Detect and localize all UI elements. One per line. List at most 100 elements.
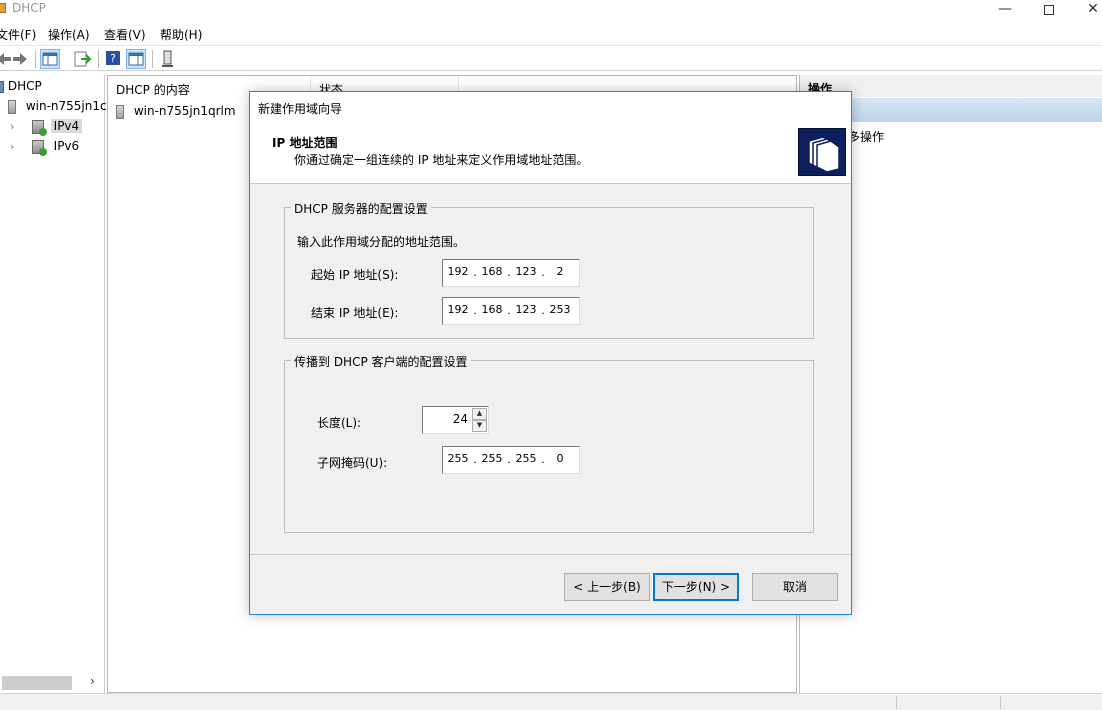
- title-bar: DHCP — ✕: [0, 0, 1102, 22]
- ip-octet[interactable]: 255: [479, 452, 505, 465]
- show-hide-console-tree-button[interactable]: [40, 49, 60, 69]
- menu-help[interactable]: 帮助(H): [160, 26, 202, 43]
- instruction-text: 输入此作用域分配的地址范围。: [297, 235, 466, 249]
- console-tree: DHCP win-n755jn1c › IPv4 › IPv6 ›: [0, 75, 107, 693]
- tree-item-ipv6[interactable]: › IPv6: [10, 139, 79, 157]
- ip-octet[interactable]: 123: [513, 303, 539, 316]
- status-divider: [896, 696, 897, 709]
- length-label: 长度(L):: [317, 416, 362, 430]
- menu-file[interactable]: 文件(F): [0, 26, 36, 43]
- tree-label: DHCP: [7, 79, 42, 93]
- server-icon: [116, 104, 124, 119]
- status-divider: [1000, 696, 1001, 709]
- maximize-icon: [1044, 5, 1054, 15]
- group-legend: 传播到 DHCP 客户端的配置设置: [291, 353, 471, 370]
- next-button[interactable]: 下一步(N) >: [653, 573, 739, 601]
- folders-icon: [808, 136, 840, 173]
- cancel-button[interactable]: 取消: [752, 573, 838, 601]
- scroll-right-arrow-icon[interactable]: ›: [90, 674, 95, 688]
- window-title: DHCP: [12, 1, 46, 15]
- folders-wizard-icon: [798, 128, 846, 176]
- tree-label: win-n755jn1c: [25, 99, 107, 113]
- subnet-mask-label: 子网掩码(U):: [317, 456, 388, 470]
- menu-action[interactable]: 操作(A): [48, 26, 90, 43]
- server-icon: [162, 50, 173, 67]
- tree-label: IPv6: [53, 139, 80, 153]
- back-button[interactable]: < 上一步(B): [564, 573, 650, 601]
- ip-octet[interactable]: 255: [445, 452, 471, 465]
- more-actions-link[interactable]: 多操作: [848, 128, 884, 145]
- ipv6-icon: [31, 139, 47, 156]
- ip-octet[interactable]: 192: [445, 303, 471, 316]
- end-ip-field[interactable]: 192 . 168 . 123 . 253: [442, 297, 580, 325]
- list-item[interactable]: win-n755jn1qrlm: [116, 104, 236, 119]
- dhcp-icon: [0, 80, 4, 93]
- server-config-group: DHCP 服务器的配置设置 输入此作用域分配的地址范围。 起始 IP 地址(S)…: [284, 200, 814, 339]
- minimize-button[interactable]: —: [982, 0, 1028, 22]
- close-button[interactable]: ✕: [1070, 0, 1102, 22]
- horizontal-scrollbar-thumb[interactable]: [2, 676, 72, 690]
- end-ip-label: 结束 IP 地址(E):: [311, 306, 399, 320]
- ip-octet[interactable]: 123: [513, 265, 539, 278]
- menu-view[interactable]: 查看(V): [104, 26, 146, 43]
- wizard-page-subtitle: 你通过确定一组连续的 IP 地址来定义作用域地址范围。: [294, 153, 589, 167]
- forward-arrow-icon: [13, 53, 27, 65]
- start-ip-field[interactable]: 192 . 168 . 123 . 2: [442, 259, 580, 287]
- ip-dot: .: [473, 453, 477, 466]
- start-ip-label: 起始 IP 地址(S):: [311, 268, 399, 282]
- list-item-label: win-n755jn1qrlm: [133, 104, 236, 118]
- ip-dot: .: [507, 304, 511, 317]
- export-list-button[interactable]: [72, 49, 92, 69]
- ip-dot: .: [507, 266, 511, 279]
- server-icon: [8, 99, 16, 114]
- refresh-server-button[interactable]: [158, 49, 178, 69]
- toolbar-separator: [152, 50, 153, 68]
- ip-octet[interactable]: 168: [479, 265, 505, 278]
- tree-item-dhcp[interactable]: DHCP: [0, 79, 42, 97]
- export-icon: [74, 51, 92, 67]
- tree-item-server[interactable]: win-n755jn1c: [8, 99, 107, 117]
- ip-octet[interactable]: 168: [479, 303, 505, 316]
- status-bar: [0, 693, 1102, 710]
- ip-octet[interactable]: 192: [445, 265, 471, 278]
- help-icon: ?: [106, 51, 120, 65]
- ip-dot: .: [473, 266, 477, 279]
- toolbar: ?: [0, 45, 1102, 71]
- ip-dot: .: [541, 453, 545, 466]
- tree-item-ipv4[interactable]: › IPv4: [10, 119, 83, 137]
- ip-dot: .: [541, 304, 545, 317]
- wizard-header: IP 地址范围 你通过确定一组连续的 IP 地址来定义作用域地址范围。: [250, 122, 851, 184]
- svg-text:?: ?: [110, 52, 116, 65]
- decrement-arrow-icon[interactable]: ▼: [472, 420, 487, 432]
- menu-bar: 文件(F) 操作(A) 查看(V) 帮助(H): [0, 22, 1102, 44]
- prefix-length-value[interactable]: 24: [453, 412, 468, 426]
- chevron-right-icon[interactable]: ›: [10, 120, 20, 133]
- maximize-button[interactable]: [1026, 0, 1072, 22]
- ip-octet[interactable]: 0: [547, 452, 573, 465]
- increment-arrow-icon[interactable]: ▲: [472, 408, 487, 420]
- subnet-mask-field[interactable]: 255 . 255 . 255 . 0: [442, 446, 580, 474]
- group-legend: DHCP 服务器的配置设置: [291, 200, 431, 217]
- forward-button[interactable]: [10, 49, 30, 69]
- footer-divider: [250, 554, 851, 555]
- prefix-length-stepper[interactable]: 24 ▲ ▼: [422, 406, 489, 434]
- toolbar-separator: [98, 50, 99, 68]
- show-action-pane-button[interactable]: [126, 49, 146, 69]
- ip-octet[interactable]: 2: [547, 265, 573, 278]
- toolbar-separator: [35, 50, 36, 68]
- stepper-buttons: ▲ ▼: [472, 408, 487, 432]
- ip-octet[interactable]: 255: [513, 452, 539, 465]
- client-config-group: 传播到 DHCP 客户端的配置设置 长度(L): 24 ▲ ▼ 子网掩码(U):…: [284, 353, 814, 533]
- ipv4-icon: [31, 119, 47, 136]
- ip-octet[interactable]: 253: [547, 303, 573, 316]
- dhcp-app-icon: [0, 3, 6, 13]
- help-button[interactable]: ?: [104, 49, 124, 69]
- ip-dot: .: [473, 304, 477, 317]
- ip-dot: .: [507, 453, 511, 466]
- chevron-right-icon[interactable]: ›: [10, 140, 20, 153]
- wizard-page-title: IP 地址范围: [272, 136, 338, 150]
- dialog-title-bar: 新建作用域向导: [250, 92, 851, 122]
- new-scope-wizard-dialog: 新建作用域向导 IP 地址范围 你通过确定一组连续的 IP 地址来定义作用域地址…: [249, 91, 852, 615]
- action-pane-icon: [128, 52, 144, 66]
- tree-label: IPv4: [50, 119, 83, 133]
